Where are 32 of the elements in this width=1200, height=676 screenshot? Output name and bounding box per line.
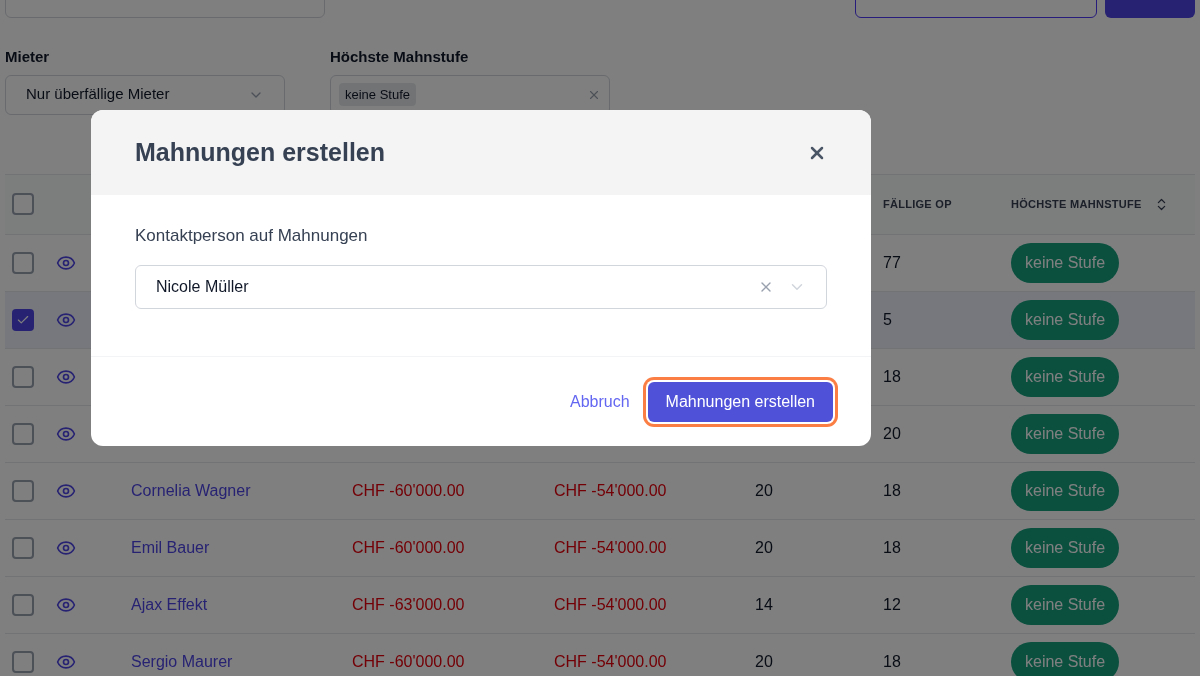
amount-cell: CHF -54'000.00 (554, 538, 667, 556)
due-count-cell: 18 (883, 367, 901, 385)
count-cell: 14 (755, 595, 773, 613)
level-badge: keine Stufe (1011, 299, 1120, 340)
count-cell: 20 (755, 652, 773, 670)
level-badge: keine Stufe (1011, 527, 1120, 568)
level-badge: keine Stufe (1011, 470, 1120, 511)
due-count-cell: 18 (883, 538, 901, 556)
due-count-cell: 18 (883, 481, 901, 499)
due-count-cell: 5 (883, 310, 892, 328)
dialog-title: Mahnungen erstellen (135, 136, 386, 168)
level-badge: keine Stufe (1011, 584, 1120, 625)
count-cell: 20 (755, 481, 773, 499)
level-badge: keine Stufe (1011, 242, 1120, 283)
level-badge: keine Stufe (1011, 413, 1120, 454)
due-count-cell: 18 (883, 652, 901, 670)
filter-label: Höchste Mahnstufe (330, 47, 470, 67)
count-cell: 20 (755, 538, 773, 556)
level-badge: keine Stufe (1011, 641, 1120, 676)
amount-cell: CHF -54'000.00 (554, 595, 667, 613)
due-count-cell: 20 (883, 424, 901, 442)
amount-cell: CHF -60'000.00 (352, 652, 465, 670)
due-count-cell: 12 (883, 595, 901, 613)
amount-cell: CHF -54'000.00 (554, 481, 667, 499)
amount-cell: CHF -60'000.00 (352, 538, 465, 556)
level-badge: keine Stufe (1011, 356, 1120, 397)
amount-cell: CHF -63'000.00 (352, 595, 465, 613)
amount-cell: CHF -60'000.00 (352, 481, 465, 499)
due-count-cell: 77 (883, 253, 901, 271)
field-label: Kontaktperson auf Mahnungen (135, 225, 369, 247)
amount-cell: CHF -54'000.00 (554, 652, 667, 670)
filter-label: Mieter (5, 47, 51, 67)
